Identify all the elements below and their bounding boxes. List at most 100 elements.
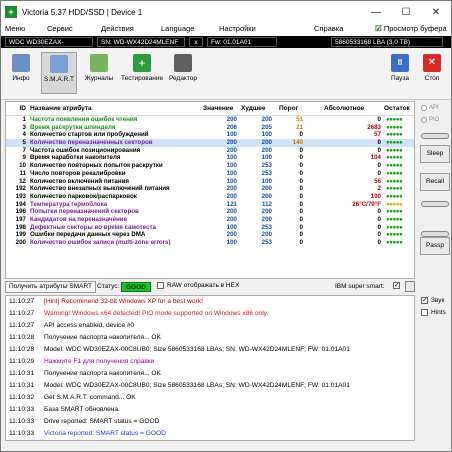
table-row[interactable]: 4 Количество стартов или пробуждений 100 10… [6, 131, 414, 139]
log-message: Drive reported: SMART status = GOOD [44, 418, 160, 425]
cell-threshold: 0 [299, 162, 303, 170]
toolbar-editor-button[interactable]: Редактор [165, 52, 201, 82]
toolbar-testing-button[interactable]: + Тестирование [121, 52, 163, 82]
ibm-label: IBM super smart: [335, 283, 385, 290]
table-row[interactable]: 1 Частота появления ошибок чтения 200 200 51… [6, 116, 414, 124]
cell-status: ●●●●● [386, 139, 403, 147]
header-id[interactable]: ID [10, 105, 27, 112]
header-status[interactable]: Остаток [384, 105, 410, 112]
menu-item-settings[interactable]: Настройки [219, 24, 256, 33]
minimize-button[interactable]: — [361, 1, 391, 23]
log-time: 11:10:32 [9, 394, 35, 401]
menu-item-actions[interactable]: Действия [101, 24, 134, 33]
title-bar[interactable]: + Victoria 5.37 HDD/SSD | Device 1 — ☐ ✕ [1, 1, 451, 23]
device-model[interactable]: WDC WD30EZAX-00C8UB0 [5, 37, 93, 56]
menu-item-help[interactable]: Справка [314, 24, 343, 33]
table-row[interactable]: 200 Количество ошибок записи (multi-zone … [6, 239, 414, 247]
editor-icon [174, 54, 192, 72]
header-value[interactable]: Значение [203, 105, 233, 112]
sound-checkbox[interactable]: Звук [421, 297, 444, 304]
cell-id: 200 [15, 239, 26, 246]
table-row[interactable]: 3 Время раскрутки шпинделя 206 205 21 2683 ●●●… [6, 124, 414, 132]
cell-name: Кандидатов на переназначение [30, 215, 128, 223]
table-row[interactable]: 199 Ошибки передачи данных через DMA 200 20… [6, 231, 414, 239]
header-name[interactable]: Название атрибута [30, 105, 92, 112]
cell-value: 100 [226, 177, 237, 185]
cell-id: 192 [15, 185, 26, 193]
raw-hex-checkbox[interactable]: RAW отображать в HEX [157, 282, 239, 289]
menu-item-language[interactable]: Language [161, 24, 194, 33]
table-row[interactable]: 196 Попытки переназначений секторов 200 200… [6, 208, 414, 216]
sleep-button[interactable]: Sleep [420, 145, 450, 163]
cell-id: 196 [15, 208, 26, 216]
api-radio[interactable]: API [421, 105, 439, 111]
passp-button[interactable]: Passp [420, 237, 450, 255]
table-row[interactable]: 198 Дефектные секторы во время самотеста 1… [6, 224, 414, 232]
menu-item-buffer[interactable]: ☑ Просмотр буфера [375, 24, 447, 33]
header-worst[interactable]: Худшее [241, 105, 265, 112]
log-panel[interactable]: 11:10:27 [Hint] Recommend 32-bit Windows … [5, 295, 415, 441]
log-list: 11:10:27 [Hint] Recommend 32-bit Windows … [6, 296, 414, 440]
cell-threshold: 0 [299, 215, 303, 223]
table-row[interactable]: 9 Время наработки накопителя 100 100 0 104 ●●●… [6, 154, 414, 162]
toolbar-info-button[interactable]: Инфо [3, 52, 39, 82]
table-row[interactable]: 12 Количество включений питания 100 100 0 56 ●… [6, 178, 414, 186]
cell-worst: 200 [261, 231, 272, 239]
cell-raw: 2 [377, 185, 381, 193]
log-message: Получение паспорта накопителя... OK [44, 334, 161, 341]
cell-threshold: 0 [299, 223, 303, 231]
cell-threshold: 140 [292, 139, 303, 147]
table-row[interactable]: 192 Количество внезапных выключений питан… [6, 185, 414, 193]
table-row[interactable]: 7 Частота ошибок позиционирования 200 200 0 0… [6, 147, 414, 155]
cell-status: ●●●●● [386, 154, 403, 162]
stop-button[interactable]: ✕ Стоп [417, 52, 447, 82]
app-window: + Victoria 5.37 HDD/SSD | Device 1 — ☐ ✕… [0, 0, 452, 452]
table-row[interactable]: 10 Количество повторных попыток раскрутки… [6, 162, 414, 170]
log-time: 11:10:27 [9, 298, 35, 305]
device-lba: 5860533168 LBA (3,0 TB) [331, 37, 443, 47]
cell-worst: 200 [261, 139, 272, 147]
cell-worst: 253 [261, 169, 272, 177]
device-close-icon[interactable]: x [189, 37, 203, 47]
header-threshold[interactable]: Порог [279, 105, 298, 112]
table-row[interactable]: 11 Число повторов рекалибровки 100 253 0 0 ●●●… [6, 170, 414, 178]
cell-id: 193 [15, 192, 26, 200]
hints-checkbox[interactable]: Hints [421, 309, 446, 316]
pio-radio[interactable]: PIO [421, 117, 439, 123]
recall-button[interactable]: Recall [420, 173, 450, 191]
log-time: 11:10:27 [9, 322, 35, 329]
toolbar-smart-button[interactable]: S.M.A.R.T [41, 52, 77, 94]
hints-label: Hints [431, 309, 446, 317]
header-raw[interactable]: Абсолютное [324, 105, 364, 112]
toolbar: Инфо S.M.A.R.T Журналы + Тестирование Ре… [1, 48, 451, 100]
cell-name: Дефектные секторы во время самотеста [30, 223, 156, 231]
log-entry: 11:10:28 Получение паспорта накопителя...… [6, 332, 414, 344]
pause-button[interactable]: II Пауза [385, 52, 415, 82]
toolbar-logs-button[interactable]: Журналы [81, 52, 117, 82]
ibm-options-icon[interactable] [405, 281, 415, 292]
table-row[interactable]: 197 Кандидатов на переназначение 200 200 0 0 ●… [6, 216, 414, 224]
cell-worst: 205 [261, 123, 272, 131]
cell-name: Количество ошибок записи (multi-zone err… [30, 239, 171, 246]
cell-status: ●●●●● [386, 123, 403, 131]
table-row[interactable]: 194 Температура гермоблока 121 112 0 26°C/79°… [6, 201, 414, 209]
cell-name: Частота появления ошибок чтения [30, 116, 138, 123]
cell-worst: 100 [261, 154, 272, 162]
get-smart-button[interactable]: Получить атрибуты SMART [5, 281, 96, 293]
cell-status: ●●●●● [386, 177, 403, 185]
cell-name: Количество парковок/распарковок [30, 192, 137, 200]
log-entry: 11:10:33 Victoria reported: SMART status … [6, 428, 414, 440]
close-button[interactable]: ✕ [421, 1, 451, 23]
table-row[interactable]: 5 Количество переназначенных секторов 200 2… [6, 139, 414, 147]
maximize-button[interactable]: ☐ [391, 1, 421, 23]
table-row[interactable]: 193 Количество парковок/распарковок 200 200… [6, 193, 414, 201]
cell-threshold: 0 [299, 200, 303, 208]
menu-item-service[interactable]: Сервис [47, 24, 73, 33]
smart-icon [50, 55, 68, 73]
cell-threshold: 0 [299, 192, 303, 200]
plus-icon: + [133, 54, 151, 72]
ibm-checkbox[interactable] [393, 282, 400, 289]
menu-item-menu[interactable]: Меню [5, 24, 25, 33]
log-entry: 11:10:33 Drive reported: SMART status = G… [6, 416, 414, 428]
table-body: 1 Частота появления ошибок чтения 200 200 51… [6, 116, 414, 247]
